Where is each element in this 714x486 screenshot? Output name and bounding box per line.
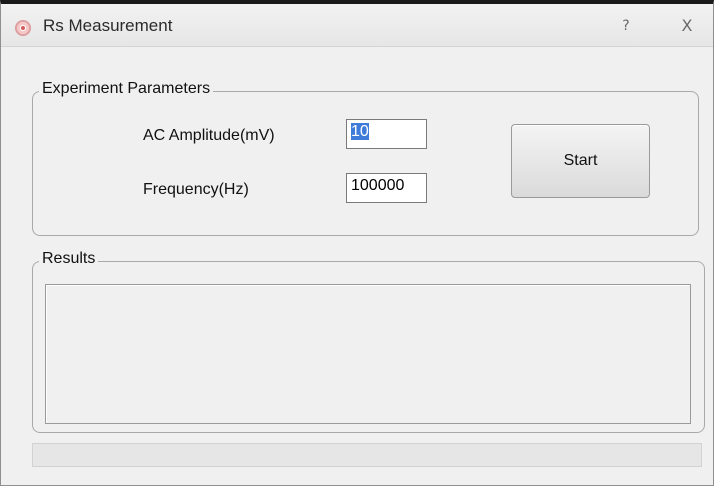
frequency-value: 100000 <box>351 177 405 194</box>
experiment-parameters-title: Experiment Parameters <box>39 80 214 98</box>
status-bar <box>32 443 702 467</box>
experiment-parameters-group: Experiment Parameters AC Amplitude(mV) 1… <box>32 80 699 236</box>
rs-measurement-dialog: Rs Measurement ? X Experiment Parameters… <box>0 0 714 486</box>
window-title: Rs Measurement <box>43 16 173 35</box>
frequency-input[interactable]: 100000 <box>346 173 427 203</box>
frequency-label: Frequency(Hz) <box>143 181 249 198</box>
close-button[interactable]: X <box>677 16 697 36</box>
ac-amplitude-input[interactable]: 10 <box>346 119 427 149</box>
ac-amplitude-label: AC Amplitude(mV) <box>143 127 275 144</box>
app-icon <box>15 20 31 36</box>
help-button[interactable]: ? <box>617 18 635 38</box>
title-bar: Rs Measurement ? X <box>1 4 713 47</box>
results-group: Results <box>32 250 705 433</box>
results-output[interactable] <box>45 284 691 424</box>
start-button[interactable]: Start <box>511 124 650 198</box>
ac-amplitude-value: 10 <box>351 123 369 140</box>
results-title: Results <box>39 250 99 268</box>
